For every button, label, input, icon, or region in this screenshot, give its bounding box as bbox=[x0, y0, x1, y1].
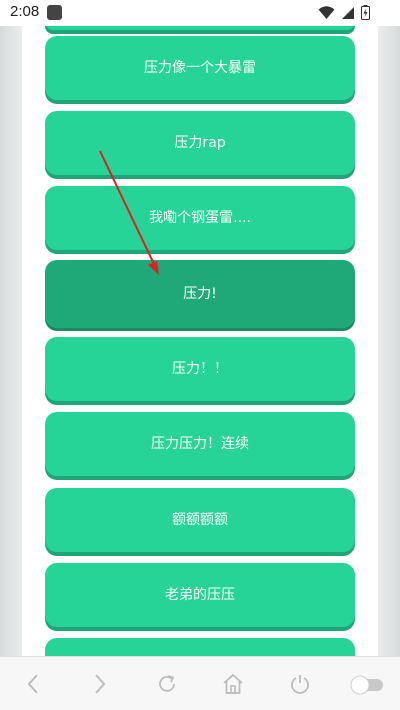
wifi-icon bbox=[318, 5, 335, 19]
sound-button-label: 压力！！ bbox=[172, 361, 228, 377]
sound-button-label: 额额额额 bbox=[172, 512, 228, 528]
sound-button-pressure-continuous[interactable]: 压力压力！连续 bbox=[45, 412, 355, 476]
page-viewport[interactable]: 压力像一个大暴雷 压力rap 我嘞个钢蛋雷.... 压力! 压力！！ 压力压力！… bbox=[0, 26, 400, 656]
battery-charging-icon bbox=[361, 5, 370, 20]
back-icon bbox=[27, 674, 39, 694]
sound-button-partial-bottom[interactable] bbox=[45, 638, 355, 656]
sound-button-steel-egg[interactable]: 我嘞个钢蛋雷.... bbox=[45, 186, 355, 250]
status-time: 2:08 bbox=[10, 3, 40, 20]
sound-button-label: 压力rap bbox=[174, 135, 226, 151]
sound-button-label: 我嘞个钢蛋雷.... bbox=[149, 210, 251, 226]
home-button[interactable] bbox=[213, 664, 253, 704]
forward-button[interactable] bbox=[80, 664, 120, 704]
toggle-button[interactable] bbox=[347, 664, 387, 704]
refresh-icon bbox=[158, 675, 175, 692]
sound-button-label: 压力! bbox=[183, 286, 217, 302]
sound-button-partial-top[interactable] bbox=[45, 26, 355, 30]
refresh-button[interactable] bbox=[147, 664, 187, 704]
home-icon bbox=[223, 673, 243, 694]
status-icons bbox=[318, 5, 370, 20]
sound-button-pressure-pressed[interactable]: 压力! bbox=[45, 260, 355, 328]
forward-icon bbox=[95, 674, 106, 694]
status-bar: 2:08 bbox=[0, 0, 400, 26]
sound-button-pressure-rap[interactable]: 压力rap bbox=[45, 111, 355, 175]
sound-button-pressure-double[interactable]: 压力！！ bbox=[45, 337, 355, 401]
app-notification-icon bbox=[47, 5, 62, 20]
sound-button-label: 老弟的压压 bbox=[165, 587, 235, 603]
sound-button-pressure-thunder[interactable]: 压力像一个大暴雷 bbox=[45, 36, 355, 100]
sound-button-brother-pressure[interactable]: 老弟的压压 bbox=[45, 563, 355, 627]
sound-button-label: 压力压力！连续 bbox=[151, 436, 249, 452]
sound-button-label: 压力像一个大暴雷 bbox=[144, 60, 256, 76]
back-button[interactable] bbox=[13, 664, 53, 704]
power-button[interactable] bbox=[280, 664, 320, 704]
toggle-icon bbox=[350, 675, 383, 695]
bottom-nav bbox=[0, 656, 400, 710]
power-icon bbox=[291, 675, 309, 694]
signal-icon bbox=[342, 6, 354, 19]
sound-button-eeee[interactable]: 额额额额 bbox=[45, 488, 355, 552]
